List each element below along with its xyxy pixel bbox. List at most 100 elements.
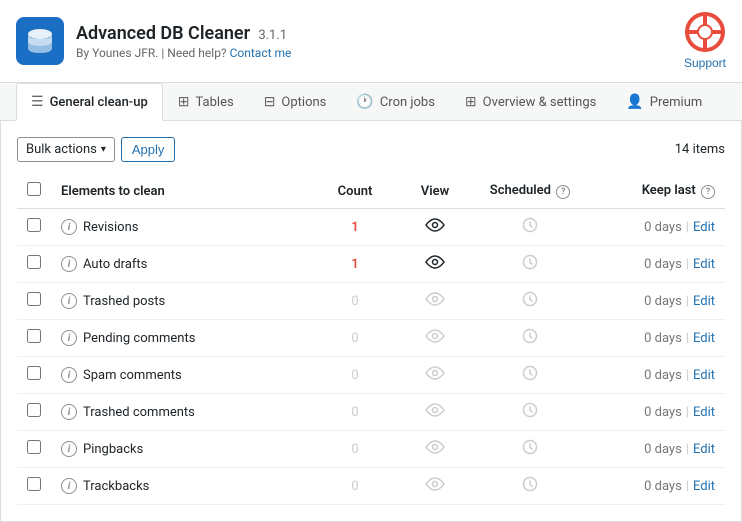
edit-link-spam-comments[interactable]: Edit	[693, 368, 715, 383]
info-icon-auto-drafts[interactable]: i	[61, 256, 77, 272]
keep-days-trackbacks: 0 days	[644, 479, 682, 494]
toolbar-left: Bulk actions ▾ Apply	[17, 137, 175, 162]
info-icon-pingbacks[interactable]: i	[61, 441, 77, 457]
support-button[interactable]: Support	[684, 12, 726, 70]
tab-premium[interactable]: 👤 Premium	[611, 83, 717, 121]
scheduled-cell-trackbacks[interactable]	[475, 468, 585, 505]
table-row: i Spam comments 0 0 days | Edit	[17, 357, 725, 394]
row-checkbox-pending-comments[interactable]	[27, 329, 41, 343]
edit-link-pending-comments[interactable]: Edit	[693, 331, 715, 346]
count-value-trashed-comments: 0	[351, 405, 358, 420]
element-name-cell: i Auto drafts	[51, 246, 315, 283]
count-value-trashed-posts: 0	[351, 294, 358, 309]
tab-tables[interactable]: ⊞ Tables	[163, 83, 249, 121]
info-icon-pending-comments[interactable]: i	[61, 330, 77, 346]
row-checkbox-revisions[interactable]	[27, 218, 41, 232]
scheduled-cell-spam-comments[interactable]	[475, 357, 585, 394]
keep-last-help-icon[interactable]: ?	[701, 185, 715, 199]
list-icon: ☰	[31, 94, 44, 110]
separator-trashed-posts: |	[686, 294, 689, 309]
view-cell-revisions[interactable]	[395, 209, 475, 246]
table-row: i Auto drafts 1 0 days | Edit	[17, 246, 725, 283]
keep-last-cell-auto-drafts: 0 days | Edit	[585, 246, 725, 283]
scheduled-header: Scheduled ?	[475, 174, 585, 209]
scheduled-cell-pending-comments[interactable]	[475, 320, 585, 357]
support-label: Support	[684, 56, 726, 70]
count-cell-pending-comments: 0	[315, 320, 395, 357]
grid-icon: ⊞	[465, 94, 477, 110]
count-value-pending-comments: 0	[351, 331, 358, 346]
app-info: Advanced DB Cleaner 3.1.1 By Younes JFR.…	[16, 17, 291, 65]
element-name-group: i Trashed posts	[61, 293, 305, 309]
keep-days-pending-comments: 0 days	[644, 331, 682, 346]
apply-button[interactable]: Apply	[121, 137, 176, 162]
keep-days-pingbacks: 0 days	[644, 442, 682, 457]
element-name-cell: i Trackbacks	[51, 468, 315, 505]
cron-clock-icon: 🕐	[356, 94, 373, 110]
row-checkbox-trashed-posts[interactable]	[27, 292, 41, 306]
edit-link-trashed-comments[interactable]: Edit	[693, 405, 715, 420]
app-title: Advanced DB Cleaner 3.1.1	[76, 23, 291, 44]
element-name-group: i Spam comments	[61, 367, 305, 383]
info-icon-revisions[interactable]: i	[61, 219, 77, 235]
edit-link-pingbacks[interactable]: Edit	[693, 442, 715, 457]
scheduled-help-icon[interactable]: ?	[556, 185, 570, 199]
select-all-checkbox[interactable]	[27, 182, 41, 196]
scheduled-cell-trashed-posts[interactable]	[475, 283, 585, 320]
keep-days-trashed-posts: 0 days	[644, 294, 682, 309]
info-icon-trashed-comments[interactable]: i	[61, 404, 77, 420]
element-label-revisions: Revisions	[83, 220, 138, 235]
row-checkbox-cell	[17, 246, 51, 283]
element-label-pingbacks: Pingbacks	[83, 442, 143, 457]
bulk-actions-dropdown[interactable]: Bulk actions ▾	[17, 137, 115, 162]
element-name-group: i Revisions	[61, 219, 305, 235]
scheduled-cell-pingbacks[interactable]	[475, 431, 585, 468]
contact-link[interactable]: Contact me	[230, 46, 292, 60]
element-label-trackbacks: Trackbacks	[83, 479, 149, 494]
tab-overview-settings[interactable]: ⊞ Overview & settings	[450, 83, 611, 121]
tab-general-clean-up[interactable]: ☰ General clean-up	[16, 83, 163, 121]
count-header: Count	[315, 174, 395, 209]
row-checkbox-pingbacks[interactable]	[27, 440, 41, 454]
options-icon: ⊟	[264, 94, 276, 110]
row-checkbox-auto-drafts[interactable]	[27, 255, 41, 269]
element-label-trashed-posts: Trashed posts	[83, 294, 165, 309]
view-cell-pingbacks	[395, 431, 475, 468]
row-checkbox-trackbacks[interactable]	[27, 477, 41, 491]
scheduled-cell-revisions[interactable]	[475, 209, 585, 246]
count-cell-trashed-comments: 0	[315, 394, 395, 431]
keep-days-spam-comments: 0 days	[644, 368, 682, 383]
keep-days-revisions: 0 days	[644, 220, 682, 235]
info-icon-trackbacks[interactable]: i	[61, 478, 77, 494]
separator-trackbacks: |	[686, 479, 689, 494]
row-checkbox-spam-comments[interactable]	[27, 366, 41, 380]
row-checkbox-trashed-comments[interactable]	[27, 403, 41, 417]
select-all-header	[17, 174, 51, 209]
tab-cron-jobs[interactable]: 🕐 Cron jobs	[341, 83, 450, 121]
edit-link-auto-drafts[interactable]: Edit	[693, 257, 715, 272]
info-icon-trashed-posts[interactable]: i	[61, 293, 77, 309]
row-checkbox-cell	[17, 357, 51, 394]
keep-last-cell-trackbacks: 0 days | Edit	[585, 468, 725, 505]
element-name-group: i Pending comments	[61, 330, 305, 346]
scheduled-cell-trashed-comments[interactable]	[475, 394, 585, 431]
element-name-group: i Trashed comments	[61, 404, 305, 420]
keep-days-trashed-comments: 0 days	[644, 405, 682, 420]
keep-last-cell-pending-comments: 0 days | Edit	[585, 320, 725, 357]
scheduled-cell-auto-drafts[interactable]	[475, 246, 585, 283]
edit-link-trackbacks[interactable]: Edit	[693, 479, 715, 494]
keep-last-header: Keep last ?	[585, 174, 725, 209]
edit-link-revisions[interactable]: Edit	[693, 220, 715, 235]
table-header-row: Elements to clean Count View Scheduled ?…	[17, 174, 725, 209]
element-name-cell: i Pending comments	[51, 320, 315, 357]
keep-last-cell-trashed-comments: 0 days | Edit	[585, 394, 725, 431]
app-header: Advanced DB Cleaner 3.1.1 By Younes JFR.…	[0, 0, 742, 83]
view-cell-trashed-comments	[395, 394, 475, 431]
tab-options[interactable]: ⊟ Options	[249, 83, 342, 121]
element-name-cell: i Trashed comments	[51, 394, 315, 431]
count-value-trackbacks: 0	[351, 479, 358, 494]
info-icon-spam-comments[interactable]: i	[61, 367, 77, 383]
view-cell-auto-drafts[interactable]	[395, 246, 475, 283]
chevron-down-icon: ▾	[101, 144, 106, 155]
edit-link-trashed-posts[interactable]: Edit	[693, 294, 715, 309]
